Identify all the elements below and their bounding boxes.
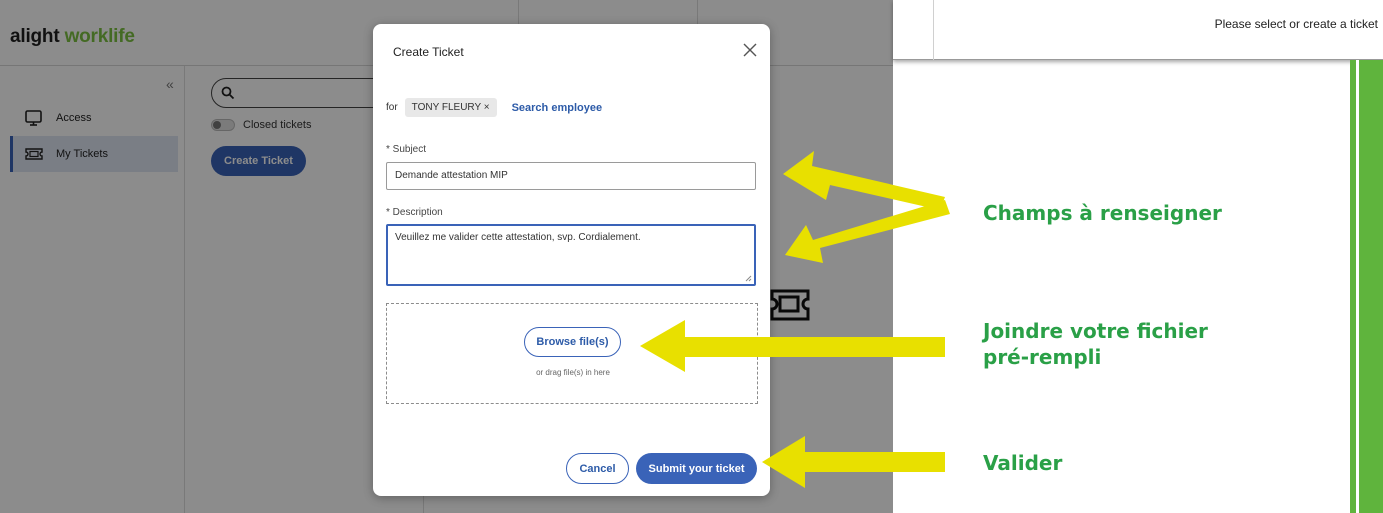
green-side-bar-stripe	[1356, 60, 1359, 513]
for-employee-row: for TONY FLEURY × Search employee	[386, 98, 602, 117]
green-side-bar	[1350, 60, 1383, 513]
submit-ticket-button[interactable]: Submit your ticket	[636, 453, 757, 484]
subject-label: * Subject	[386, 144, 427, 155]
employee-chip[interactable]: TONY FLEURY ×	[404, 98, 497, 117]
description-text: Veuillez me valider cette attestation, s…	[395, 232, 641, 243]
modal-title: Create Ticket	[393, 45, 464, 59]
right-header-bar: Please select or create a ticket	[893, 0, 1383, 60]
empty-state-text: Please select or create a ticket	[1214, 17, 1378, 31]
description-label: * Description	[386, 207, 443, 218]
description-textarea[interactable]: Veuillez me valider cette attestation, s…	[386, 224, 756, 286]
drag-hint: or drag file(s) in here	[536, 368, 610, 377]
create-ticket-modal: Create Ticket for TONY FLEURY × Search e…	[373, 24, 770, 496]
close-icon[interactable]	[742, 42, 758, 58]
file-annotation-line1: Joindre votre fichier	[983, 319, 1208, 343]
file-dropzone[interactable]: Browse file(s) or drag file(s) in here	[386, 303, 758, 404]
cancel-button[interactable]: Cancel	[566, 453, 629, 484]
for-label: for	[386, 102, 398, 113]
resize-handle-icon[interactable]	[745, 275, 752, 282]
header-divider	[933, 0, 934, 60]
screenshot-root: alight worklife « Access My Tickets Clos…	[0, 0, 1383, 513]
browse-files-button[interactable]: Browse file(s)	[524, 327, 621, 357]
subject-input[interactable]: Demande attestation MIP	[386, 162, 756, 190]
search-employee-link[interactable]: Search employee	[512, 102, 603, 114]
validate-annotation: Valider	[983, 451, 1063, 475]
file-annotation-line2: pré-rempli	[983, 345, 1102, 369]
fields-annotation: Champs à renseigner	[983, 201, 1222, 225]
